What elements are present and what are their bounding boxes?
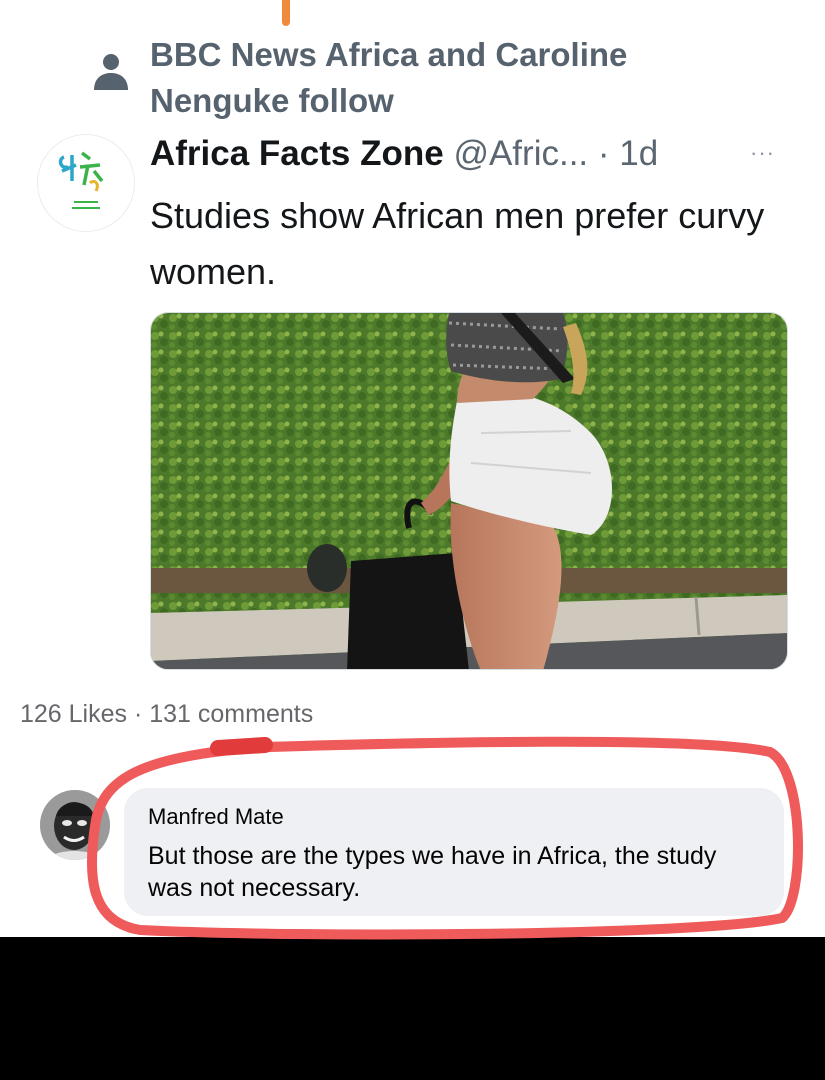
comment-text: But those are the types we have in Afric…	[148, 842, 717, 902]
commenter-photo	[40, 790, 110, 860]
africa-facts-logo-icon	[58, 151, 104, 209]
commenter-avatar[interactable]	[40, 790, 110, 860]
post-stats[interactable]: 126 Likes · 131 comments	[20, 700, 313, 729]
photo-illustration	[151, 313, 787, 669]
author-name[interactable]: Africa Facts Zone	[150, 134, 444, 173]
social-context-text: BBC News Africa and Caroline Nenguke fol…	[150, 36, 628, 119]
facebook-post-area: 126 Likes · 131 comments Manfred Mate Bu…	[0, 670, 825, 937]
comment-bubble: Manfred Mate But those are the types we …	[124, 788, 784, 916]
author-handle-time[interactable]: @Afric... · 1d	[453, 134, 658, 173]
author-avatar[interactable]	[38, 135, 134, 231]
top-marker	[282, 0, 290, 26]
person-icon	[94, 54, 128, 90]
more-dots-icon[interactable]: ···	[750, 140, 775, 166]
black-background	[0, 937, 825, 1080]
tweet-photo[interactable]	[150, 312, 788, 670]
tweet-card: BBC News Africa and Caroline Nenguke fol…	[0, 0, 825, 700]
tweet-header: Africa Facts Zone @Afric... · 1d	[150, 131, 790, 181]
tweet-text: Studies show African men prefer curvy wo…	[150, 195, 765, 292]
commenter-name[interactable]: Manfred Mate	[148, 802, 760, 832]
